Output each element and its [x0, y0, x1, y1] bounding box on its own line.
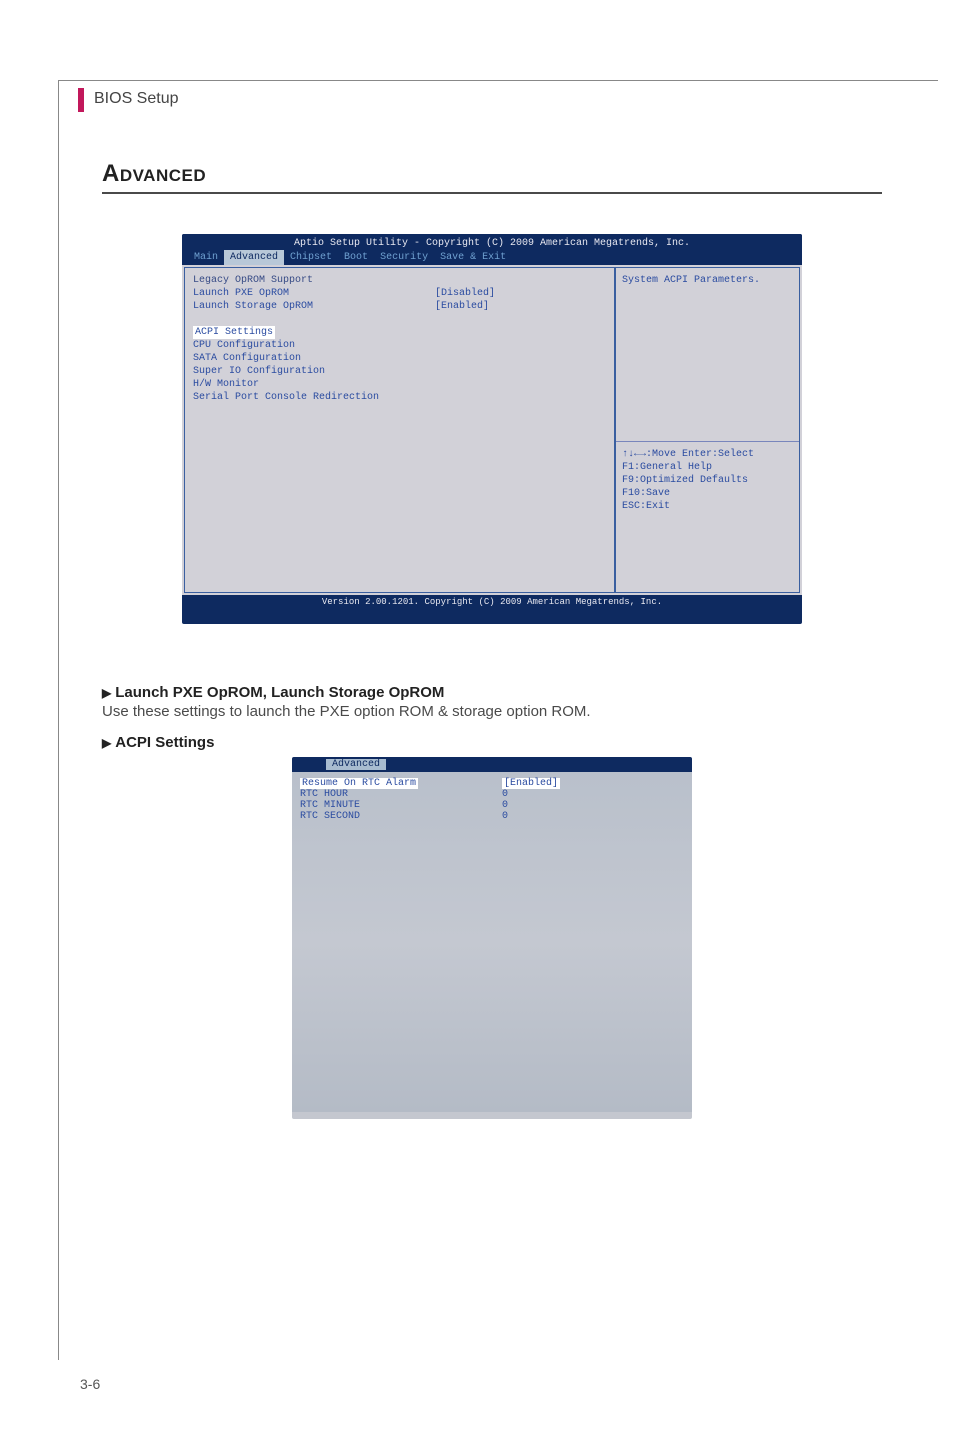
launch-oprom-heading: ▶Launch PXE OpROM, Launch Storage OpROM	[102, 684, 882, 701]
header: BIOS Setup	[78, 80, 179, 112]
bios2-tabs: Advanced	[292, 757, 692, 772]
key-save: F10:Save	[622, 487, 793, 500]
bios-key-hints: ↑↓←→:Move Enter:Select F1:General Help F…	[616, 442, 799, 592]
rtc-minute: RTC MINUTE	[300, 800, 684, 811]
bios-body: Legacy OpROM Support Launch PXE OpROM La…	[182, 265, 802, 595]
resume-rtc-alarm-value: [Enabled]	[502, 778, 560, 789]
value-column: [Disabled] [Enabled]	[435, 274, 495, 313]
header-accent	[78, 88, 84, 112]
rtc-second: RTC SECOND	[300, 811, 684, 822]
oprom-group: Legacy OpROM Support	[193, 274, 606, 287]
bios2-tab-advanced: Advanced	[326, 759, 386, 770]
key-move: ↑↓←→:Move Enter:Select	[622, 448, 793, 461]
storage-oprom-value: [Enabled]	[435, 300, 495, 313]
bios-footer: Version 2.00.1201. Copyright (C) 2009 Am…	[182, 595, 802, 611]
bios-tab-saveexit: Save & Exit	[434, 250, 512, 265]
bios2-body: Resume On RTC Alarm RTC HOUR RTC MINUTE …	[292, 772, 692, 1112]
bios-help-desc: System ACPI Parameters.	[616, 268, 799, 442]
resume-rtc-alarm: Resume On RTC Alarm	[300, 778, 684, 789]
bios-header: Aptio Setup Utility - Copyright (C) 2009…	[182, 234, 802, 250]
acpi-settings-row: ACPI Settings	[193, 326, 606, 339]
sata-configuration: SATA Configuration	[193, 352, 606, 365]
bios-right-pane: System ACPI Parameters. ↑↓←→:Move Enter:…	[615, 267, 800, 593]
bios-tab-main: Main	[188, 250, 224, 265]
content: Advanced Aptio Setup Utility - Copyright…	[102, 160, 882, 1119]
bios-tab-chipset: Chipset	[284, 250, 338, 265]
rtc-minute-value: 0	[502, 800, 560, 811]
triangle-icon: ▶	[102, 686, 111, 700]
rtc-hour: RTC HOUR	[300, 789, 684, 800]
bios-screenshot-acpi: Advanced Resume On RTC Alarm RTC HOUR RT…	[292, 757, 692, 1119]
header-title: BIOS Setup	[94, 90, 179, 108]
bios-tab-security: Security	[374, 250, 434, 265]
launch-pxe-oprom: Launch PXE OpROM	[193, 287, 606, 300]
bios-left-pane: Legacy OpROM Support Launch PXE OpROM La…	[184, 267, 615, 593]
bios-screenshot-advanced: Aptio Setup Utility - Copyright (C) 2009…	[182, 234, 802, 624]
launch-oprom-desc: Use these settings to launch the PXE opt…	[102, 703, 882, 720]
bios-tabs: Main Advanced Chipset Boot Security Save…	[182, 250, 802, 265]
bios2-values: [Enabled] 0 0 0	[502, 778, 560, 822]
bios-tab-boot: Boot	[338, 250, 374, 265]
page-number: 3-6	[80, 1376, 100, 1392]
launch-storage-oprom: Launch Storage OpROM	[193, 300, 606, 313]
triangle-icon: ▶	[102, 736, 111, 750]
key-exit: ESC:Exit	[622, 500, 793, 513]
super-io-configuration: Super IO Configuration	[193, 365, 606, 378]
acpi-settings-heading: ▶ACPI Settings	[102, 734, 882, 751]
bios-tab-advanced: Advanced	[224, 250, 284, 265]
key-defaults: F9:Optimized Defaults	[622, 474, 793, 487]
section-title: Advanced	[102, 160, 882, 194]
hw-monitor: H/W Monitor	[193, 378, 606, 391]
cpu-configuration: CPU Configuration	[193, 339, 606, 352]
key-help: F1:General Help	[622, 461, 793, 474]
rtc-hour-value: 0	[502, 789, 560, 800]
pxe-oprom-value: [Disabled]	[435, 287, 495, 300]
acpi-settings-highlight: ACPI Settings	[193, 326, 275, 339]
rtc-second-value: 0	[502, 811, 560, 822]
serial-port-console-redirection: Serial Port Console Redirection	[193, 391, 606, 404]
